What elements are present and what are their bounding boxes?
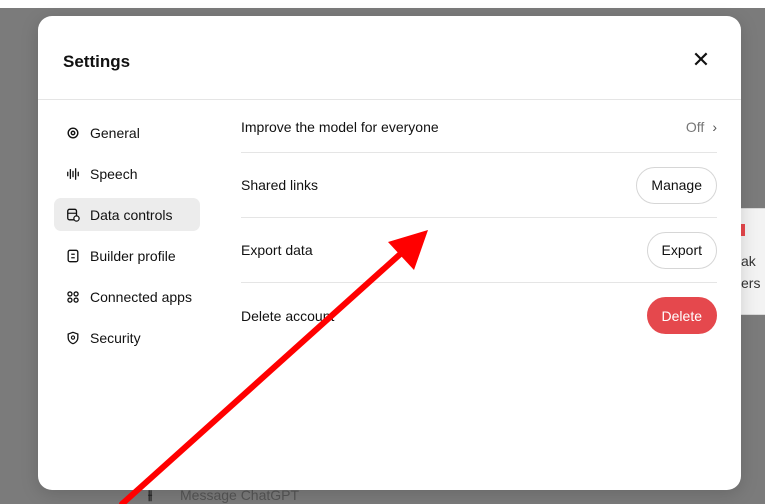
background-text-fragment: ak [741,253,756,269]
sidebar-item-label: General [90,124,140,141]
improve-model-row: Improve the model for everyone Off › [241,99,717,153]
sidebar-item-general[interactable]: General [54,116,200,149]
shield-icon [66,331,80,345]
background-red-marker [741,224,745,236]
sidebar-item-speech[interactable]: Speech [54,157,200,190]
sidebar-item-security[interactable]: Security [54,321,200,354]
sidebar-item-label: Speech [90,165,138,182]
database-icon [66,208,80,222]
export-button[interactable]: Export [646,231,717,269]
sidebar-item-label: Connected apps [90,288,192,305]
manage-button[interactable]: Manage [636,166,717,204]
close-icon[interactable]: ✕ [689,48,713,72]
settings-dialog: Settings ✕ General Speech Data controls [38,16,741,490]
shared-links-row: Shared links Manage [241,153,717,218]
sidebar-item-label: Builder profile [90,247,176,264]
chevron-right-icon: › [712,118,717,135]
delete-button[interactable]: Delete [646,297,717,334]
background-text-fragment: ers [741,275,761,291]
export-data-label: Export data [241,242,313,258]
sidebar-item-label: Security [90,329,141,346]
data-controls-panel: Improve the model for everyone Off › Sha… [241,99,717,348]
improve-model-toggle[interactable]: Off › [686,119,717,135]
sidebar-item-connected-apps[interactable]: Connected apps [54,280,200,313]
waveform-icon [66,167,80,181]
sidebar-item-data-controls[interactable]: Data controls [54,198,200,231]
grid-icon [66,290,80,304]
sidebar-item-label: Data controls [90,206,173,223]
improve-model-value: Off [685,118,705,135]
sidebar-item-builder-profile[interactable]: Builder profile [54,239,200,272]
settings-sidebar: General Speech Data controls Builder pro… [54,116,200,362]
dialog-title: Settings [63,52,131,71]
export-data-row: Export data Export [241,218,717,283]
improve-model-label: Improve the model for everyone [241,118,439,135]
gear-icon [66,126,80,140]
delete-account-label: Delete account [241,307,335,324]
delete-account-row: Delete account Delete [241,283,717,348]
backdrop-strip [0,0,765,8]
id-card-icon [66,249,80,263]
dialog-header: Settings ✕ [38,16,741,100]
shared-links-label: Shared links [241,177,319,193]
